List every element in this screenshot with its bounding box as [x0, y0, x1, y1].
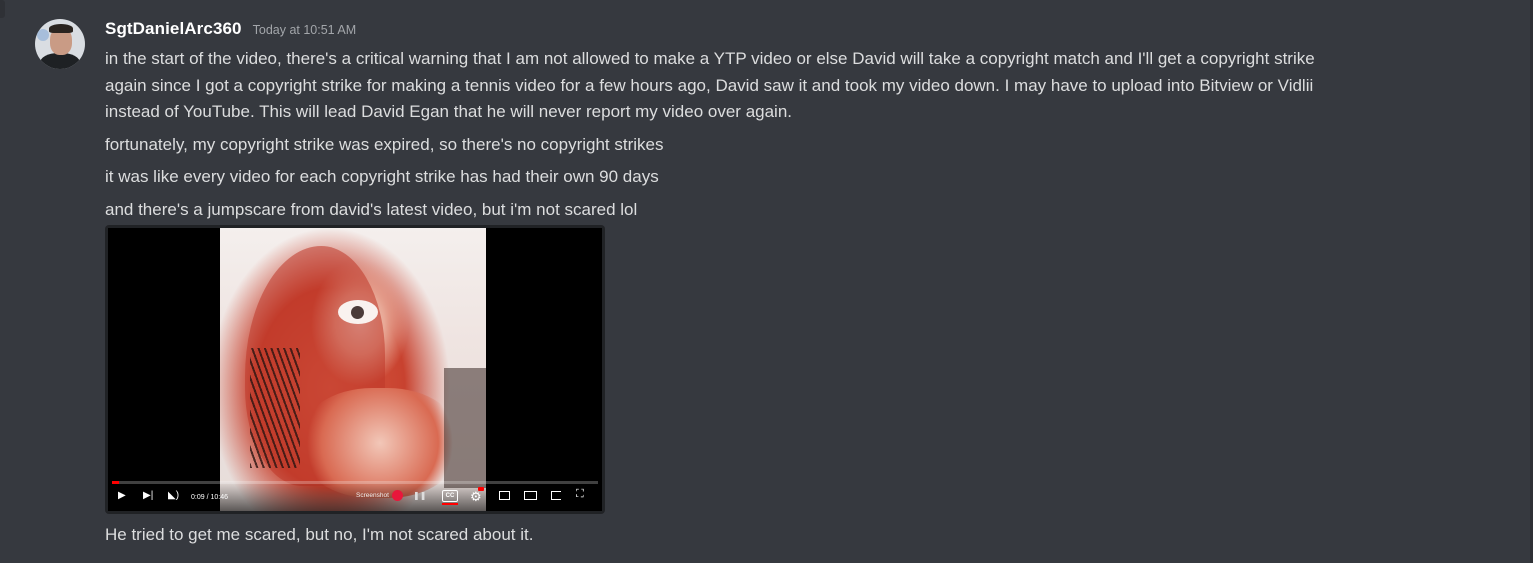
cast-icon	[551, 491, 561, 500]
message-paragraph: in the start of the video, there's a cri…	[105, 46, 1505, 126]
follow-up-message: fortunately, my copyright strike was exp…	[105, 134, 664, 154]
follow-up-message: and there's a jumpscare from david's lat…	[105, 199, 638, 219]
chat-area: SgtDanielArc360 Today at 10:51 AM in the…	[0, 0, 1533, 563]
avatar-globe	[37, 29, 49, 41]
captions-active-indicator	[442, 503, 458, 505]
username[interactable]: SgtDanielArc360	[105, 19, 242, 39]
timestamp[interactable]: Today at 10:51 AM	[253, 23, 357, 37]
time-display: 0:09 / 10:46	[191, 494, 228, 501]
captions-icon: CC	[442, 490, 458, 502]
player-controls: ▶ ▶| ◣) 0:09 / 10:46 Screenshot ❚❚ CC ⚙ …	[108, 481, 602, 511]
message-header: SgtDanielArc360 Today at 10:51 AM	[105, 19, 356, 43]
jumpscare-frame	[220, 228, 486, 511]
message-line: in the start of the video, there's a cri…	[105, 49, 1315, 68]
message-line: instead of YouTube. This will lead David…	[105, 102, 793, 121]
pause-icon: ❚❚	[413, 491, 427, 500]
record-dot-icon	[392, 490, 403, 501]
gear-icon: ⚙	[470, 489, 482, 504]
avatar[interactable]	[35, 19, 85, 69]
frame-shadow	[444, 368, 486, 488]
avatar-hair	[49, 24, 73, 33]
message-content: in the start of the video, there's a cri…	[105, 46, 1505, 223]
frame-hair	[250, 348, 300, 468]
avatar-shirt	[40, 53, 80, 69]
screenshot-label: Screenshot	[356, 492, 389, 499]
final-message: He tried to get me scared, but no, I'm n…	[105, 525, 534, 544]
play-icon: ▶	[118, 490, 126, 501]
hd-badge-icon	[478, 487, 484, 491]
video-screenshot: ▶ ▶| ◣) 0:09 / 10:46 Screenshot ❚❚ CC ⚙ …	[108, 228, 602, 511]
miniplayer-icon	[499, 491, 510, 500]
volume-icon: ◣)	[168, 490, 180, 501]
image-attachment[interactable]: ▶ ▶| ◣) 0:09 / 10:46 Screenshot ❚❚ CC ⚙ …	[105, 225, 605, 514]
progress-fill	[112, 481, 119, 484]
fullscreen-icon: ⛶	[576, 488, 584, 500]
next-icon: ▶|	[143, 490, 154, 501]
frame-pupil	[351, 306, 364, 319]
message-line: again since I got a copyright strike for…	[105, 75, 1314, 95]
progress-bar	[112, 481, 598, 484]
theater-icon	[524, 491, 537, 500]
follow-up-message: it was like every video for each copyrig…	[105, 167, 659, 186]
scroll-rail	[0, 0, 5, 18]
